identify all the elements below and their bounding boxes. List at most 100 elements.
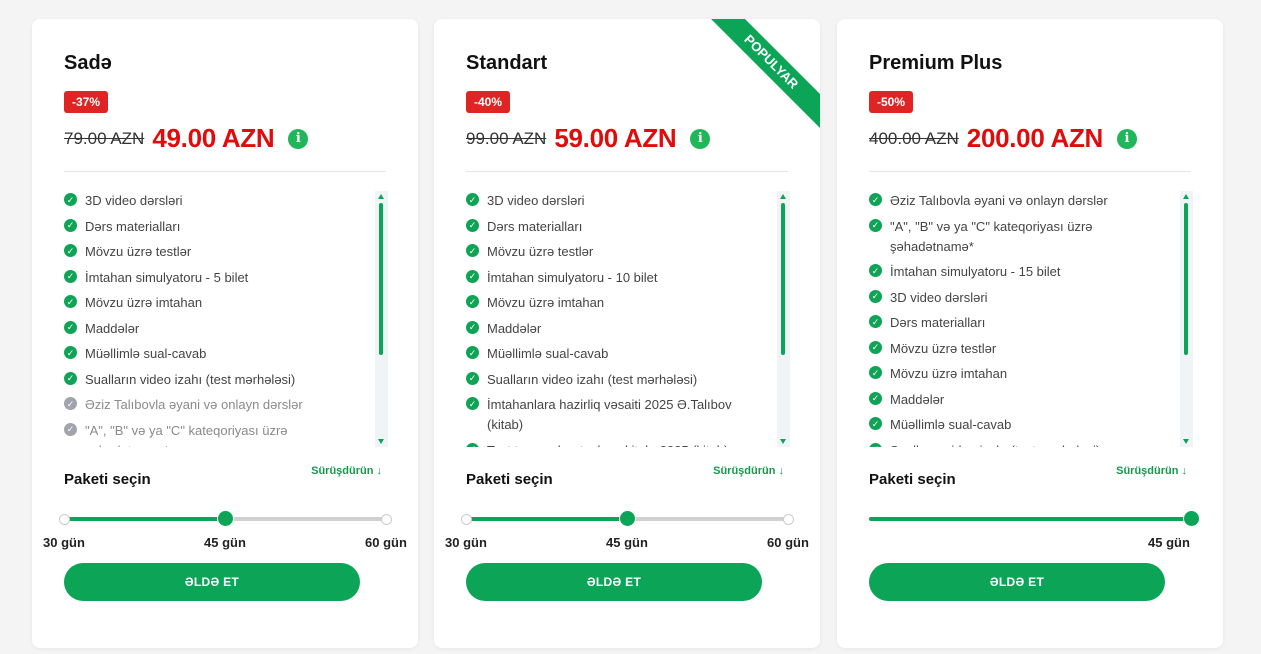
discount-badge: -37% [64,91,109,113]
check-circle-disabled-icon: ✓ [64,422,77,436]
info-icon[interactable]: i [1117,128,1137,149]
check-circle-icon: ✓ [64,218,77,232]
feature-list-scrollbar[interactable] [1180,191,1193,447]
feature-item: ✓ Mövzu üzrə testlər [869,339,1174,359]
slider-label-30: 30 gün [445,535,487,550]
feature-list-scrollbar[interactable] [375,191,388,447]
pricing-card-premium-plus: Premium Plus -50% 400.00 AZN 200.00 AZN … [837,19,1223,648]
scroll-down-arrow[interactable] [1183,439,1189,444]
price-row: 79.00 AZN 49.00 AZN i [64,123,309,154]
slider-label-60: 60 gün [365,535,407,550]
feature-item: ✓ Müəllimlə sual-cavab [869,415,1174,435]
feature-text: Müəllimlə sual-cavab [487,346,609,361]
check-circle-icon: ✓ [466,218,479,232]
feature-text: Dərs materialları [85,218,181,234]
feature-item: ✓ Əziz Talıbovla əyani və onlayn dərslər [869,191,1174,211]
scroll-down-arrow[interactable] [780,439,786,444]
divider [64,171,386,172]
feature-item: ✓ İmtahan simulyatoru - 5 bilet [64,268,369,288]
feature-text: Dərs materialları [890,315,986,330]
check-circle-icon: ✓ [466,442,479,447]
info-icon[interactable]: i [288,128,309,149]
slider-stop-30[interactable] [58,514,70,525]
check-circle-icon: ✓ [869,289,882,303]
slider-stop-60[interactable] [380,514,392,525]
scroll-up-arrow[interactable] [1183,194,1189,199]
feature-item: ✓ Mövzu üzrə testlər [64,242,369,262]
check-circle-icon: ✓ [64,346,77,359]
feature-text: Müəllimlə sual-cavab [85,346,207,361]
duration-slider[interactable] [869,509,1200,529]
popular-ribbon: POPULYAR [700,19,820,139]
duration-slider[interactable] [58,509,392,529]
check-circle-icon: ✓ [869,218,882,232]
scroll-up-arrow[interactable] [780,194,786,199]
feature-list: ✓ Əziz Talıbovla əyani və onlayn dərslər ✓… [869,191,1174,447]
feature-item: ✓ Maddələr [466,319,771,339]
feature-item: ✓ Mövzu üzrə testlər [466,242,771,262]
scroll-thumb[interactable] [1184,203,1188,355]
slider-stop-60[interactable] [782,514,794,525]
scroll-thumb[interactable] [379,203,383,355]
slider-stop-30[interactable] [460,514,472,525]
feature-item: ✓ Test tapşırıqları toplusu kitabı 2025 (… [466,441,771,447]
info-icon[interactable]: i [690,128,711,149]
get-button[interactable]: ƏLDƏ ET [869,563,1165,601]
feature-item: ✓ "A", "B" və ya "C" kateqoriyası üzrə şə… [64,421,369,448]
price-row: 400.00 AZN 200.00 AZN i [869,123,1137,154]
slider-label-45: 45 gün [204,535,246,550]
feature-item: ✓ Maddələr [869,390,1174,410]
feature-text: "A", "B" və ya "C" kateqoriyası üzrə şəh… [85,422,288,448]
feature-list: ✓ 3D video dərsləri ✓ Dərs materialları ✓ Möv… [64,191,369,447]
feature-text: Sualların video izahı (test mərhələsi) [85,371,296,387]
slider-knob[interactable] [1182,510,1200,527]
scroll-hint: Sürüşdürün ↓ [713,465,784,477]
feature-text: 3D video dərsləri [85,193,183,208]
check-circle-icon: ✓ [64,269,77,283]
get-button[interactable]: ƏLDƏ ET [466,563,762,601]
new-price: 59.00 AZN [554,123,677,153]
feature-item: ✓ Müəllimlə sual-cavab [64,344,369,364]
check-circle-icon: ✓ [64,244,77,257]
duration-slider[interactable] [460,509,794,529]
scroll-thumb[interactable] [781,203,785,355]
scroll-up-arrow[interactable] [378,194,384,199]
discount-badge: -40% [466,91,511,113]
feature-list-scrollbar[interactable] [777,191,790,447]
feature-item: ✓ Sualların video izahı (test mərhələsi) [466,370,771,390]
feature-item: ✓ Mövzu üzrə imtahan [64,293,369,313]
get-button[interactable]: ƏLDƏ ET [64,563,360,601]
package-label: Paketi seçin [869,471,956,488]
old-price: 400.00 AZN [869,128,959,148]
feature-text: Mövzu üzrə testlər [890,340,997,356]
scroll-down-arrow[interactable] [378,439,384,444]
feature-item: ✓ İmtahanlara hazirliq vəsaiti 2025 Ə.Tal… [466,395,771,435]
feature-text: İmtahanlara hazirliq vəsaiti 2025 Ə.Talı… [487,397,732,432]
slider-knob[interactable] [216,510,234,527]
feature-text: Əziz Talıbovla əyani və onlayn dərslər [85,397,303,412]
feature-item: ✓ 3D video dərsləri [466,191,771,211]
feature-item: ✓ Sualların video izahı (test mərhələsi) [869,441,1174,447]
check-circle-icon: ✓ [64,295,77,308]
check-circle-icon: ✓ [869,366,882,379]
divider [466,171,788,172]
check-circle-icon: ✓ [466,295,479,308]
feature-item: ✓ 3D video dərsləri [64,191,369,211]
check-circle-icon: ✓ [466,193,479,206]
check-circle-icon: ✓ [869,193,882,206]
package-label: Paketi seçin [64,471,151,488]
feature-text: "A", "B" və ya "C" kateqoriyası üzrə şəh… [890,218,1093,254]
feature-text: Mövzu üzrə testlər [85,244,192,259]
slider-knob[interactable] [618,510,636,527]
check-circle-icon: ✓ [869,391,882,405]
slider-label-60: 60 gün [767,535,809,550]
feature-text: Sualların video izahı (test mərhələsi) [487,371,698,387]
slider-label-45: 45 gün [1148,535,1190,550]
feature-item: ✓ Maddələr [64,319,369,339]
new-price: 200.00 AZN [966,123,1104,153]
old-price: 99.00 AZN [466,128,547,148]
feature-text: İmtahan simulyatoru - 15 bilet [890,264,1061,279]
feature-item: ✓ Dərs materialları [869,313,1174,333]
check-circle-icon: ✓ [869,264,882,277]
feature-item: ✓ Mövzu üzrə imtahan [869,364,1174,384]
